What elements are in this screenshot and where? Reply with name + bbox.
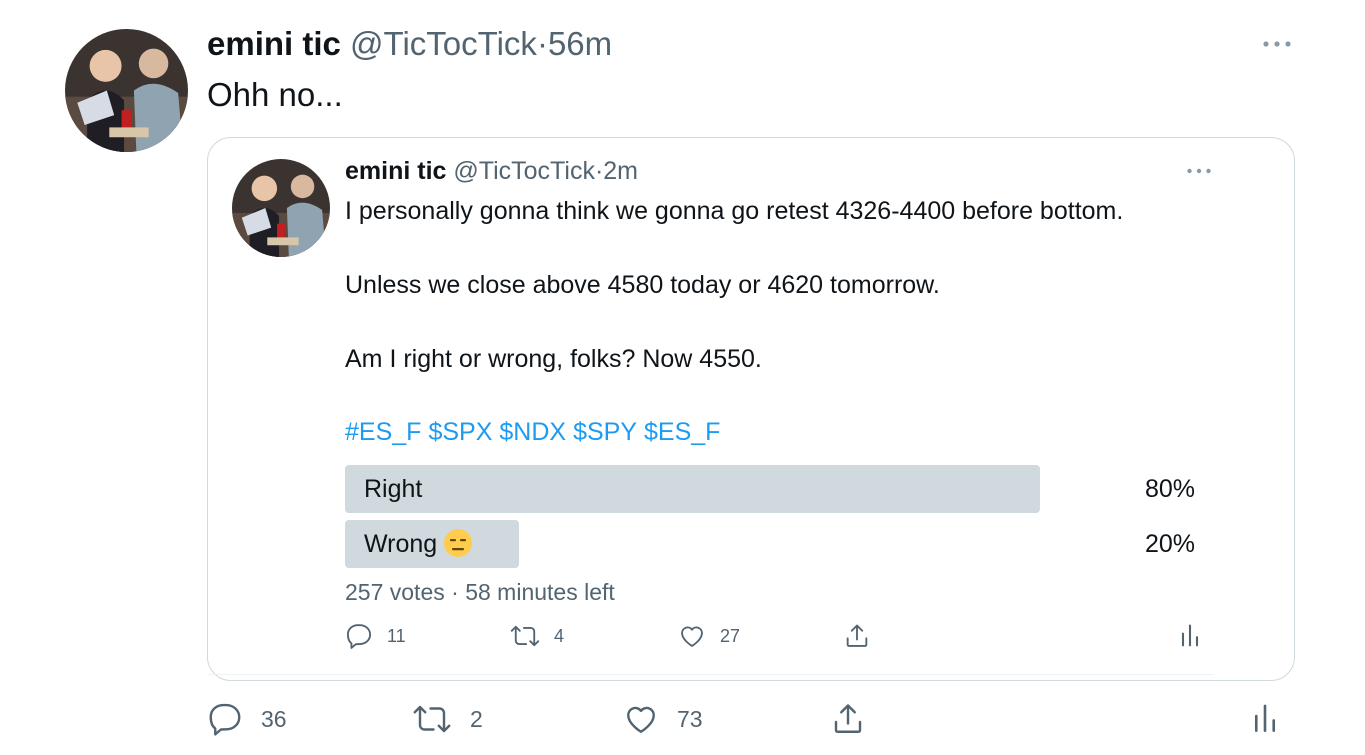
retweet-count: 2 <box>470 705 483 732</box>
quoted-retweet-button[interactable]: 4 <box>510 622 564 650</box>
poll-option-percent: 20% <box>1144 530 1195 558</box>
poll-vote-count: 257 votes <box>345 579 445 605</box>
cashtag-link[interactable]: $NDX <box>499 418 566 446</box>
heart-icon <box>627 706 655 733</box>
hashtag-link[interactable]: #ES_F <box>345 418 421 446</box>
share-icon <box>834 704 862 733</box>
avatar-image <box>232 159 330 257</box>
analytics-icon <box>1254 704 1276 732</box>
quoted-like-button[interactable]: 27 <box>678 622 740 650</box>
like-count: 73 <box>677 705 703 732</box>
retweet-icon <box>413 705 451 733</box>
quoted-display-name[interactable]: emini tic <box>345 157 446 185</box>
separator: · <box>536 25 548 62</box>
cashtag-link[interactable]: $SPY <box>573 418 637 446</box>
tweet-header: emini tic @TicTocTick·56m <box>207 24 612 64</box>
poll-option-label-wrapper: Wrong <box>364 520 473 568</box>
avatar-image <box>65 29 188 152</box>
heart-icon <box>681 626 703 647</box>
hashtag-list: #ES_F $SPX $NDX $SPY $ES_F <box>345 416 727 448</box>
quoted-analytics-button[interactable] <box>1177 622 1203 650</box>
quoted-timestamp[interactable]: 2m <box>603 157 638 185</box>
poll-option-wrong[interactable]: Wrong 20% <box>345 520 1195 568</box>
more-icon <box>1263 41 1291 47</box>
quoted-reply-button[interactable]: 11 <box>345 622 406 650</box>
share-icon <box>846 624 868 647</box>
poll-option-percent: 80% <box>1144 475 1195 503</box>
handle[interactable]: @TicTocTick <box>350 25 537 62</box>
quoted-share-button[interactable] <box>843 622 871 650</box>
analytics-icon <box>1181 624 1199 647</box>
quoted-more-options-button[interactable] <box>1186 164 1212 178</box>
quoted-avatar[interactable] <box>232 159 330 257</box>
retweet-count: 4 <box>554 625 565 646</box>
quoted-handle[interactable]: @TicTocTick <box>453 157 595 185</box>
cashtag-link[interactable]: $ES_F <box>644 418 720 446</box>
expressionless-face-emoji-icon <box>444 529 473 557</box>
retweet-icon <box>510 625 540 647</box>
retweet-button[interactable]: 2 <box>412 701 483 737</box>
separator: · <box>451 579 459 605</box>
quoted-tweet-line: I personally gonna think we gonna go ret… <box>345 197 1124 225</box>
poll-footer: 257 votes · 58 minutes left <box>345 577 615 607</box>
timestamp[interactable]: 56m <box>548 25 612 62</box>
quoted-tweet-header: emini tic @TicTocTick·2m <box>345 155 638 187</box>
analytics-button[interactable] <box>1249 701 1281 737</box>
cashtag-link[interactable]: $SPX <box>428 418 492 446</box>
reply-icon <box>346 624 372 649</box>
quoted-tweet-line: Unless we close above 4580 today or 4620… <box>345 271 940 299</box>
avatar[interactable] <box>65 29 188 152</box>
poll-option-right[interactable]: Right 80% <box>345 465 1195 513</box>
more-icon <box>1187 168 1211 174</box>
reply-button[interactable]: 36 <box>207 701 287 737</box>
share-button[interactable] <box>830 701 866 737</box>
reply-count: 11 <box>387 625 406 646</box>
tweet-text: Ohh no... <box>207 76 343 113</box>
reply-icon <box>209 703 241 736</box>
more-options-button[interactable] <box>1262 36 1292 52</box>
poll-time-left: 58 minutes left <box>465 579 615 605</box>
display-name[interactable]: emini tic <box>207 25 341 62</box>
divider <box>208 674 1214 675</box>
like-count: 27 <box>720 625 741 646</box>
like-button[interactable]: 73 <box>623 701 703 737</box>
poll-option-label: Right <box>364 475 423 503</box>
poll-option-label: Wrong <box>364 530 438 558</box>
quoted-tweet-line: Am I right or wrong, folks? Now 4550. <box>345 345 762 373</box>
poll-bar <box>345 465 1040 513</box>
reply-count: 36 <box>261 705 287 732</box>
